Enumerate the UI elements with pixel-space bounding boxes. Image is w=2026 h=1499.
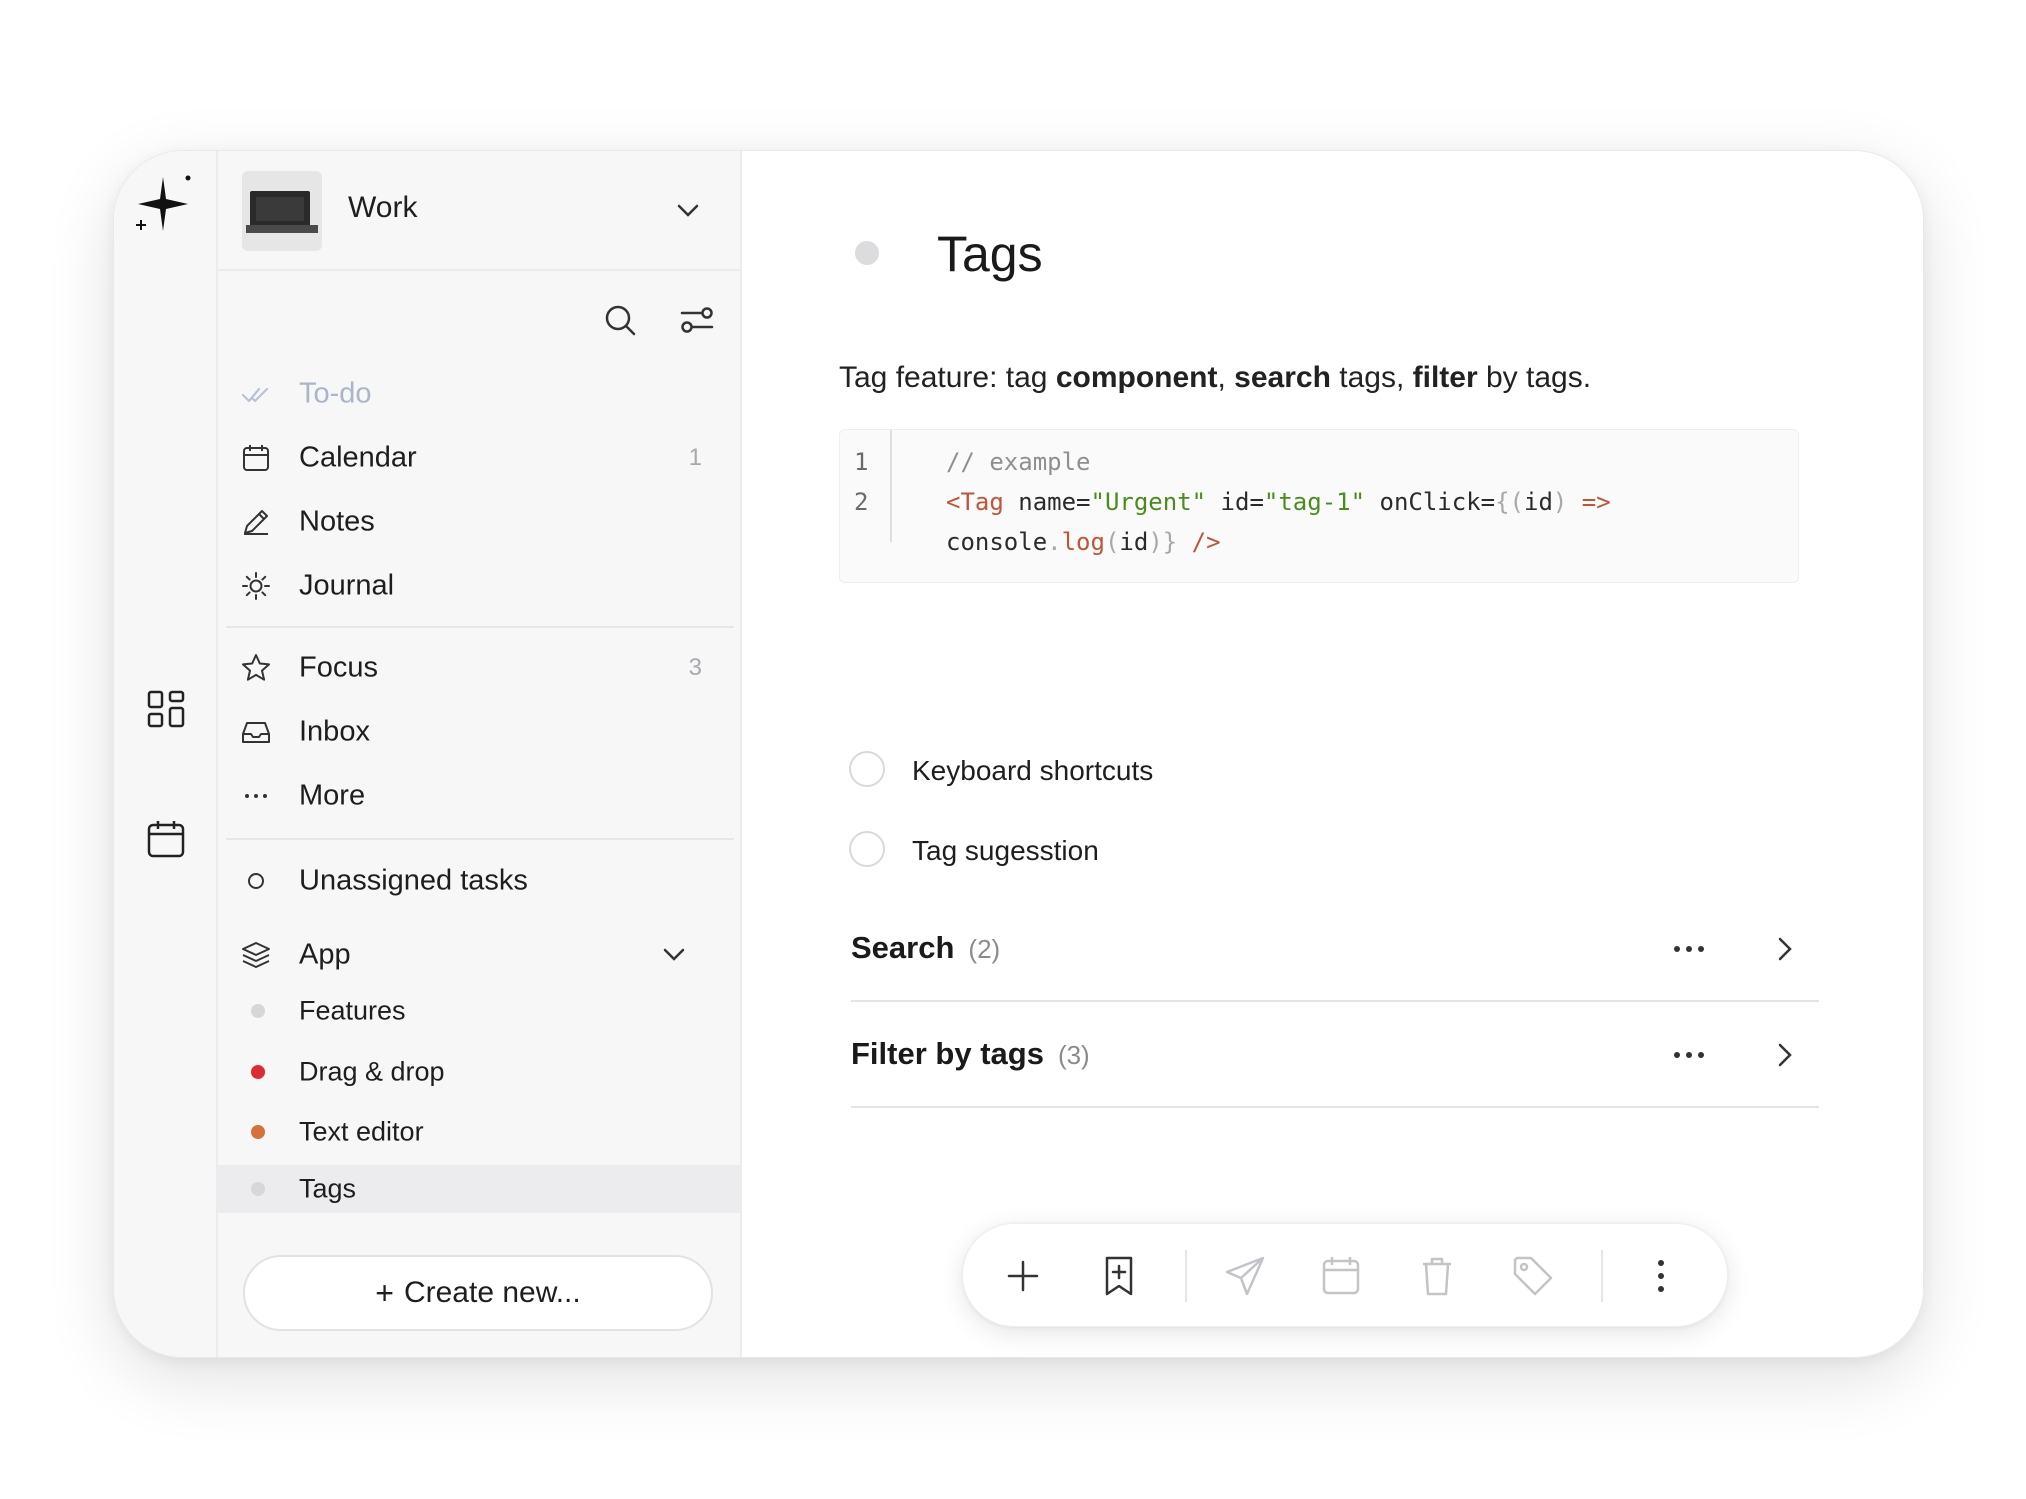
- ellipsis-icon: [245, 794, 267, 798]
- sidebar-divider: [226, 838, 734, 840]
- section-count: (3): [1057, 1040, 1090, 1070]
- trash-icon[interactable]: [1411, 1250, 1463, 1302]
- more-horizontal-icon[interactable]: [1669, 1041, 1709, 1069]
- sidebar-item-notes[interactable]: Notes: [218, 494, 742, 550]
- sidebar-item-tags[interactable]: Tags: [218, 1165, 742, 1213]
- circle-icon: [248, 873, 264, 889]
- code-line: <Tag name="Urgent" id="tag-1" onClick={(…: [946, 488, 1611, 516]
- code-line: console.log(id)} />: [946, 528, 1221, 556]
- plus-icon: +: [375, 1274, 394, 1311]
- section-search[interactable]: Search (2): [851, 896, 1819, 1002]
- sidebar-item-label: Focus: [299, 651, 378, 684]
- sidebar-item-label: Text editor: [299, 1116, 424, 1147]
- sidebar-item-label: To-do: [299, 377, 372, 410]
- app-window: Work To-do Calendar 1 Notes Journal Focu…: [113, 150, 1924, 1358]
- sidebar-item-more[interactable]: More: [218, 768, 742, 824]
- checklist-item-label: Keyboard shortcuts: [912, 755, 1154, 786]
- sidebar-item-label: Tags: [299, 1173, 357, 1204]
- sidebar-item-features[interactable]: Features: [218, 983, 742, 1039]
- inbox-icon: [242, 722, 270, 743]
- line-number: 2: [854, 488, 869, 516]
- toolbar-separator: [1185, 1250, 1187, 1302]
- chevron-right-icon[interactable]: [1771, 935, 1799, 963]
- icon-rail: [114, 151, 218, 1357]
- filter-sliders-icon[interactable]: [680, 303, 714, 337]
- chevron-down-icon[interactable]: [674, 197, 702, 225]
- sparkle-logo-icon[interactable]: [130, 171, 196, 237]
- page-title[interactable]: Tags: [937, 225, 1043, 283]
- bookmark-add-icon[interactable]: [1093, 1250, 1145, 1302]
- more-vertical-icon[interactable]: [1635, 1250, 1687, 1302]
- line-number: 1: [854, 448, 869, 476]
- sidebar-project-app[interactable]: App: [218, 927, 742, 983]
- section-title: Filter by tags (3): [851, 1036, 1090, 1071]
- section-title: Search (2): [851, 930, 1001, 965]
- status-dot: [251, 1065, 265, 1079]
- sidebar-item-drag-drop[interactable]: Drag & drop: [218, 1044, 742, 1100]
- calendar-rail-icon[interactable]: [146, 819, 186, 859]
- sidebar-divider: [226, 626, 734, 628]
- sidebar-item-text-editor[interactable]: Text editor: [218, 1104, 742, 1160]
- status-dot: [251, 1004, 265, 1018]
- chevron-right-icon[interactable]: [1771, 1041, 1799, 1069]
- dashboard-grid-icon[interactable]: [146, 689, 186, 729]
- create-new-label: Create new...: [403, 1276, 581, 1309]
- section-count: (2): [968, 934, 1001, 964]
- create-new-button[interactable]: + Create new...: [243, 1255, 713, 1331]
- page-description[interactable]: Tag feature: tag component, search tags,…: [839, 361, 1591, 395]
- sidebar-item-label: Drag & drop: [299, 1056, 445, 1087]
- sidebar-item-label: Calendar: [299, 441, 417, 474]
- sidebar-item-label: Notes: [299, 505, 375, 538]
- sidebar-item-journal[interactable]: Journal: [218, 558, 742, 614]
- sun-icon: [242, 572, 270, 600]
- layers-icon: [242, 942, 270, 968]
- workspace-avatar: [242, 171, 322, 251]
- status-dot: [251, 1125, 265, 1139]
- sidebar-item-label: Unassigned tasks: [299, 864, 528, 897]
- send-icon[interactable]: [1219, 1250, 1271, 1302]
- plus-icon[interactable]: [997, 1250, 1049, 1302]
- star-icon: [242, 654, 270, 681]
- task-checkbox[interactable]: [849, 831, 885, 867]
- toolbar-separator: [1601, 1250, 1603, 1302]
- code-gutter: 1 2: [840, 430, 892, 542]
- checklist-item-label: Tag sugesstion: [912, 835, 1099, 866]
- sidebar-item-label: Journal: [299, 569, 395, 602]
- sidebar-item-label: App: [299, 938, 351, 971]
- sidebar-item-unassigned-tasks[interactable]: Unassigned tasks: [218, 853, 742, 909]
- sidebar-item-todo[interactable]: To-do: [218, 366, 742, 422]
- pencil-icon: [244, 510, 268, 535]
- tag-icon[interactable]: [1507, 1250, 1559, 1302]
- code-block[interactable]: 1 2 // example <Tag name="Urgent" id="ta…: [839, 429, 1799, 583]
- task-checkbox[interactable]: [849, 751, 885, 787]
- sidebar-item-label: Inbox: [299, 715, 370, 748]
- more-horizontal-icon[interactable]: [1669, 935, 1709, 963]
- search-icon[interactable]: [603, 303, 637, 337]
- sidebar-item-label: Features: [299, 995, 406, 1026]
- code-line: // example: [946, 448, 1091, 476]
- main-content: Tags Tag feature: tag component, search …: [742, 151, 1923, 1357]
- section-filter-by-tags[interactable]: Filter by tags (3): [851, 1002, 1819, 1108]
- floating-toolbar: [962, 1223, 1728, 1327]
- sidebar-item-focus[interactable]: Focus 3: [218, 640, 742, 696]
- sidebar-item-label: More: [299, 779, 366, 812]
- sidebar-item-calendar[interactable]: Calendar 1: [218, 430, 742, 486]
- chevron-down-icon[interactable]: [660, 941, 688, 969]
- calendar-icon[interactable]: [1315, 1250, 1367, 1302]
- focus-count-badge: 3: [688, 654, 702, 681]
- page-status-dot[interactable]: [855, 241, 879, 265]
- sidebar-item-inbox[interactable]: Inbox: [218, 704, 742, 760]
- status-dot: [251, 1182, 265, 1196]
- workspace-name: Work: [348, 191, 418, 224]
- double-check-icon: [241, 387, 269, 403]
- calendar-icon: [243, 445, 269, 471]
- calendar-count-badge: 1: [688, 444, 702, 471]
- workspace-switcher[interactable]: Work: [218, 151, 742, 271]
- sidebar: Work To-do Calendar 1 Notes Journal Focu…: [218, 151, 742, 1357]
